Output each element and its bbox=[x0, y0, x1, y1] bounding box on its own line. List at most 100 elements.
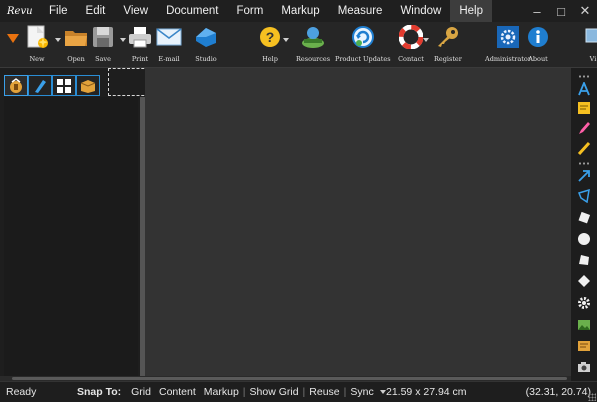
note-tool-button[interactable] bbox=[575, 100, 593, 116]
right-tool-strip bbox=[571, 68, 597, 381]
save-dropdown-arrow[interactable] bbox=[120, 38, 126, 42]
snap-content-toggle[interactable]: Content bbox=[155, 386, 200, 398]
help-dropdown-arrow[interactable] bbox=[283, 38, 289, 42]
gear-tool-icon bbox=[578, 297, 590, 309]
close-button[interactable]: ✕ bbox=[573, 0, 597, 22]
highlighter-tool-button[interactable] bbox=[575, 120, 593, 136]
strip-grip[interactable] bbox=[578, 162, 590, 165]
tab-markups[interactable] bbox=[28, 75, 52, 96]
polygon-tool-icon bbox=[577, 189, 590, 203]
stamp-tool-button[interactable] bbox=[575, 273, 593, 289]
email-button[interactable]: E-mail bbox=[156, 24, 182, 63]
floppy-disk-icon bbox=[90, 24, 116, 50]
print-button[interactable]: Print bbox=[127, 24, 153, 63]
status-bar: Ready Snap To: Grid Content Markup | Sho… bbox=[0, 381, 597, 402]
key-icon bbox=[435, 24, 461, 50]
new-button[interactable]: New bbox=[24, 24, 50, 63]
highlighter-tool-icon bbox=[579, 122, 590, 134]
menu-file[interactable]: File bbox=[40, 0, 77, 22]
snap-to-label: Snap To: bbox=[77, 386, 122, 398]
quick-access-dropdown-icon[interactable] bbox=[7, 34, 19, 44]
cursor-coordinates: (32.31, 20.74) bbox=[525, 386, 591, 398]
menu-edit[interactable]: Edit bbox=[77, 0, 115, 22]
contact-dropdown-arrow[interactable] bbox=[423, 38, 429, 42]
polygon-tool-button[interactable] bbox=[575, 188, 593, 204]
snap-grid-toggle[interactable]: Grid bbox=[127, 386, 155, 398]
sketch-tool-button[interactable] bbox=[575, 338, 593, 354]
menu-window[interactable]: Window bbox=[391, 0, 450, 22]
maximize-button[interactable]: □ bbox=[549, 0, 573, 22]
update-icon bbox=[350, 24, 376, 50]
rectangle-tool-icon bbox=[578, 211, 591, 224]
ellipse-tool-icon bbox=[578, 233, 590, 245]
menu-bar: Revu File Edit View Document Form Markup… bbox=[0, 0, 597, 22]
menu-measure[interactable]: Measure bbox=[329, 0, 392, 22]
image-tool-icon bbox=[578, 320, 590, 330]
lifebuoy-icon bbox=[398, 24, 424, 50]
text-tool-icon bbox=[578, 82, 590, 96]
contact-button[interactable]: Contact bbox=[398, 24, 424, 63]
snap-markup-toggle[interactable]: Markup bbox=[200, 386, 243, 398]
window-controls: – □ ✕ bbox=[525, 0, 597, 22]
arrow-tool-button[interactable] bbox=[575, 168, 593, 184]
properties-tab-icon bbox=[80, 79, 96, 93]
register-label: Register bbox=[434, 55, 462, 63]
resize-grip-icon[interactable] bbox=[588, 393, 596, 401]
stamp-tool-icon bbox=[578, 275, 590, 287]
chevron-down-icon bbox=[379, 390, 386, 395]
pen-tool-icon bbox=[577, 141, 591, 155]
camera-tool-button[interactable] bbox=[575, 359, 593, 375]
new-dropdown-arrow[interactable] bbox=[55, 38, 61, 42]
bookmarks-tab-icon bbox=[10, 77, 22, 93]
register-button[interactable]: Register bbox=[434, 24, 462, 63]
text-tool-button[interactable] bbox=[575, 81, 593, 97]
app-logo[interactable]: Revu bbox=[0, 0, 40, 22]
menu-form[interactable]: Form bbox=[228, 0, 273, 22]
resources-button[interactable]: Resources bbox=[296, 24, 330, 63]
cloud-tool-icon bbox=[579, 255, 589, 265]
email-label: E-mail bbox=[158, 55, 180, 63]
strip-grip[interactable] bbox=[578, 75, 590, 78]
panel-tabs bbox=[4, 75, 100, 97]
show-grid-toggle[interactable]: Show Grid bbox=[246, 386, 303, 398]
document-canvas[interactable] bbox=[145, 68, 571, 381]
gear-tool-button[interactable] bbox=[575, 295, 593, 311]
print-label: Print bbox=[131, 55, 149, 63]
markup-tab-icon bbox=[35, 79, 46, 93]
open-button[interactable]: Open bbox=[63, 24, 89, 63]
resources-label: Resources bbox=[296, 55, 331, 63]
pen-tool-button[interactable] bbox=[575, 140, 593, 156]
reuse-toggle[interactable]: Reuse bbox=[305, 386, 343, 398]
svg-text:?: ? bbox=[266, 29, 275, 45]
tab-thumbnails[interactable] bbox=[52, 75, 76, 96]
menu-view[interactable]: View bbox=[114, 0, 157, 22]
cloud-tool-button[interactable] bbox=[575, 252, 593, 268]
status-text: Ready bbox=[6, 386, 37, 398]
resources-icon bbox=[300, 24, 326, 50]
image-tool-button[interactable] bbox=[575, 317, 593, 333]
new-label: New bbox=[29, 55, 45, 63]
thumbnails-tab-icon bbox=[57, 78, 71, 93]
menu-help[interactable]: Help bbox=[450, 0, 493, 22]
menu-document[interactable]: Document bbox=[157, 0, 227, 22]
ellipse-tool-button[interactable] bbox=[575, 231, 593, 247]
save-button[interactable]: Save bbox=[90, 24, 116, 63]
page-size-readout[interactable]: 21.59 x 27.94 cm bbox=[386, 386, 467, 398]
view-button[interactable]: Vi bbox=[580, 24, 597, 63]
rectangle-tool-button[interactable] bbox=[575, 209, 593, 225]
studio-icon bbox=[193, 24, 219, 50]
panel-content-area[interactable] bbox=[4, 97, 138, 377]
studio-button[interactable]: Studio bbox=[193, 24, 219, 63]
tab-properties[interactable] bbox=[76, 75, 100, 96]
minimize-button[interactable]: – bbox=[525, 0, 549, 22]
help-button[interactable]: ? Help bbox=[257, 24, 283, 63]
sketch-tool-icon bbox=[578, 341, 590, 351]
sync-dropdown[interactable]: Sync bbox=[346, 386, 389, 398]
about-button[interactable]: About bbox=[525, 24, 551, 63]
scrollbar-thumb[interactable] bbox=[12, 377, 567, 380]
menu-markup[interactable]: Markup bbox=[272, 0, 328, 22]
tab-bookmarks[interactable] bbox=[4, 75, 28, 96]
product-updates-button[interactable]: Product Updates bbox=[335, 24, 391, 63]
printer-icon bbox=[127, 24, 153, 50]
new-document-icon bbox=[24, 24, 50, 50]
